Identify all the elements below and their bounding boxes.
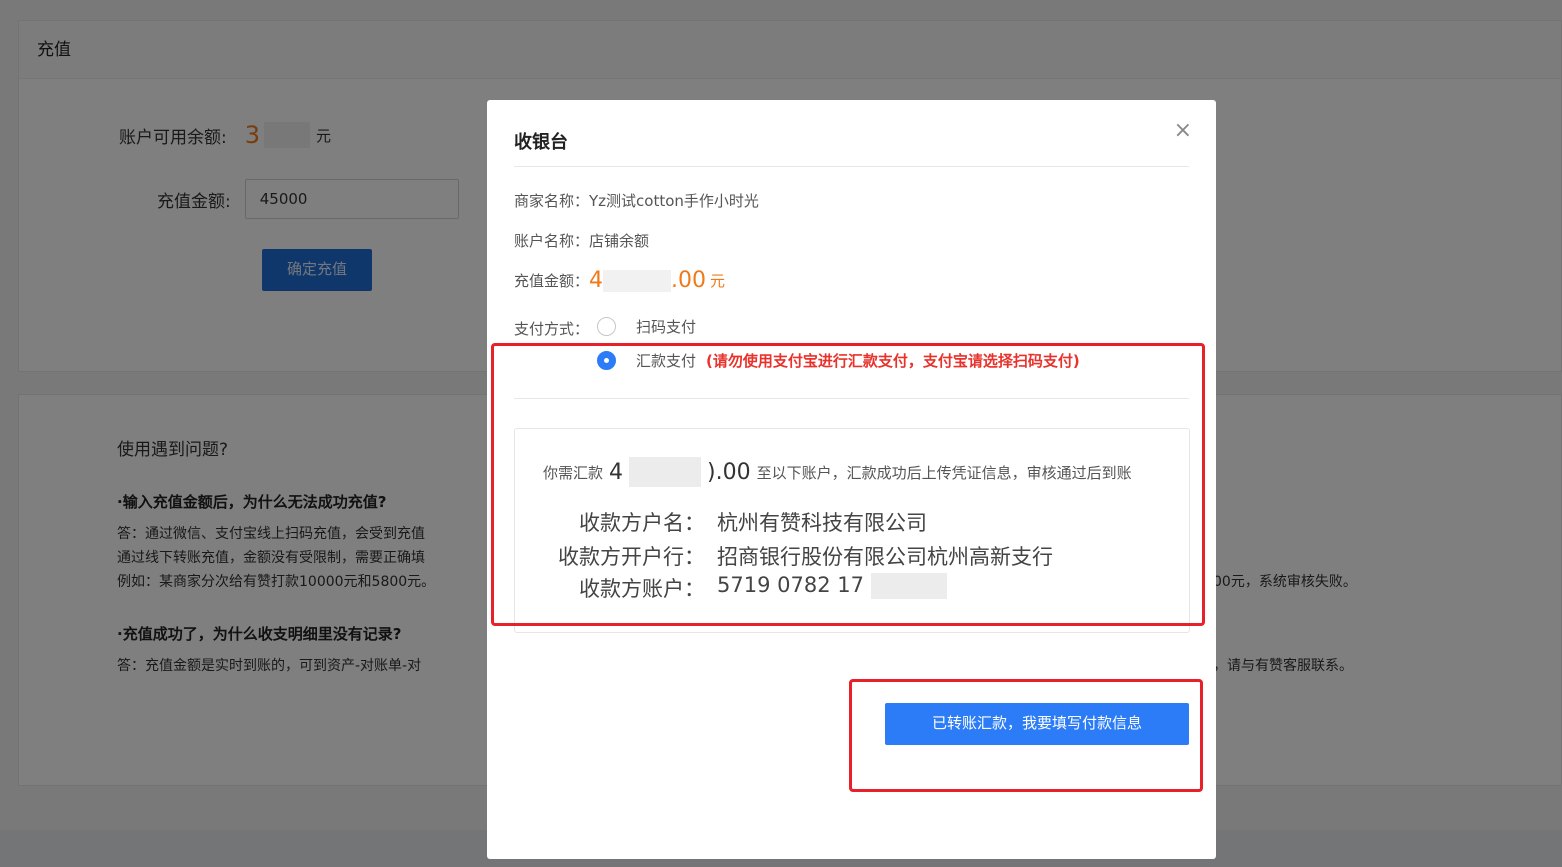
recharge-amount-row: 充值金额： 4 .00 元	[514, 268, 725, 293]
payee-bank-row: 收款方开户行： 招商银行股份有限公司杭州高新支行	[515, 541, 1053, 571]
need-transfer-line: 你需汇款 4 ).00 至以下账户，汇款成功后上传凭证信息，审核通过后到账	[543, 457, 1132, 487]
account-name: 账户名称：店铺余额	[514, 232, 650, 250]
payee-account-box: 你需汇款 4 ).00 至以下账户，汇款成功后上传凭证信息，审核通过后到账 收款…	[514, 428, 1190, 633]
amount-blur	[603, 269, 672, 292]
need-amount-blur	[629, 457, 702, 487]
transfer-warning: (请勿使用支付宝进行汇款支付，支付宝请选择扫码支付)	[706, 352, 1080, 370]
payee-bank: 招商银行股份有限公司杭州高新支行	[717, 545, 1053, 569]
submit-payment-info-button[interactable]: 已转账汇款，我要填写付款信息	[885, 703, 1189, 745]
radio-checked-icon[interactable]	[597, 351, 616, 370]
radio-scan-pay[interactable]: 扫码支付	[597, 316, 696, 337]
cashier-modal: 收银台 × 商家名称：Yz测试cotton手作小时光 账户名称：店铺余额 充值金…	[487, 100, 1216, 859]
payee-name-label: 收款方户名：	[579, 511, 705, 535]
title-divider	[514, 166, 1189, 167]
need-suffix: 至以下账户，汇款成功后上传凭证信息，审核通过后到账	[756, 463, 1132, 482]
need-amount-prefix: 4	[609, 459, 624, 485]
account-blur	[870, 573, 947, 599]
payee-bank-label: 收款方开户行：	[558, 545, 705, 569]
method-divider	[514, 398, 1189, 399]
need-prefix: 你需汇款	[543, 463, 604, 482]
payee-account-number: 5719 0782 17	[717, 573, 864, 597]
option-scan-label: 扫码支付	[636, 318, 697, 336]
payee-name: 杭州有赞科技有限公司	[717, 511, 927, 535]
radio-transfer-pay[interactable]: 汇款支付 (请勿使用支付宝进行汇款支付，支付宝请选择扫码支付)	[597, 350, 1080, 371]
option-transfer-label: 汇款支付	[636, 352, 697, 370]
radio-unchecked-icon[interactable]	[597, 317, 616, 336]
payee-account: 5719 0782 17	[717, 573, 947, 603]
modal-title: 收银台	[514, 132, 568, 153]
recharge-amount-label: 充值金额：	[514, 272, 590, 290]
payee-account-label: 收款方账户：	[579, 577, 705, 601]
recharge-amount-prefix: 4	[589, 268, 604, 293]
need-amount-suffix: ).00	[707, 459, 751, 485]
recharge-amount-suffix: .00	[671, 268, 707, 293]
close-icon[interactable]: ×	[1174, 120, 1192, 142]
merchant-name: 商家名称：Yz测试cotton手作小时光	[514, 192, 759, 210]
recharge-amount-unit: 元	[710, 272, 726, 290]
payee-name-row: 收款方户名： 杭州有赞科技有限公司	[515, 507, 927, 537]
pay-method-label: 支付方式：	[514, 320, 590, 338]
payee-account-row: 收款方账户： 5719 0782 17	[515, 573, 947, 603]
